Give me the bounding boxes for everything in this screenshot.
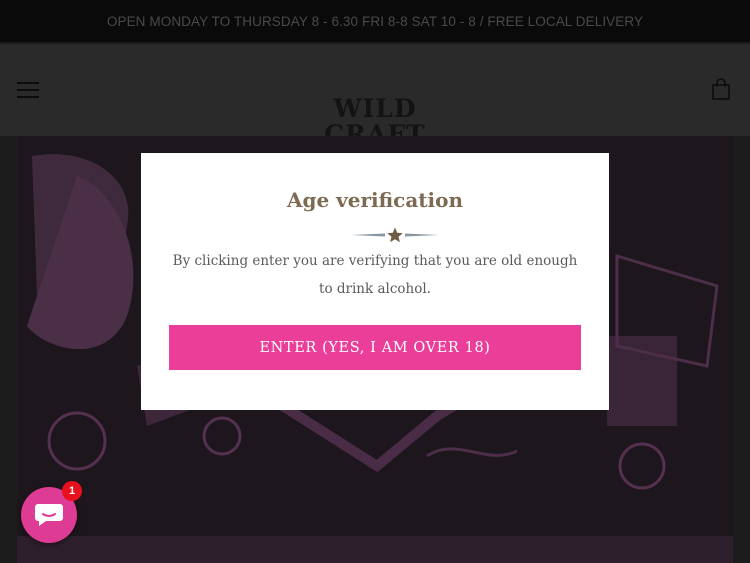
modal-title: Age verification — [286, 188, 464, 212]
site-header: WILD CRAFT — [0, 44, 750, 148]
shopping-bag-icon[interactable] — [710, 78, 732, 100]
enter-button[interactable]: ENTER (YES, I AM OVER 18) — [169, 325, 581, 370]
logo-line-1: WILD — [333, 94, 417, 123]
age-verification-modal: Age verification By clicking enter you a… — [141, 153, 609, 410]
announcement-text: OPEN MONDAY TO THURSDAY 8 - 6.30 FRI 8-8… — [106, 13, 644, 29]
chat-bubble-icon — [35, 504, 63, 526]
chat-notification-badge: 1 — [62, 481, 82, 501]
star-divider-icon — [349, 226, 441, 244]
announcement-bar: OPEN MONDAY TO THURSDAY 8 - 6.30 FRI 8-8… — [0, 0, 750, 42]
modal-message: By clicking enter you are verifying that… — [172, 253, 578, 297]
hamburger-menu-icon[interactable] — [17, 82, 39, 98]
